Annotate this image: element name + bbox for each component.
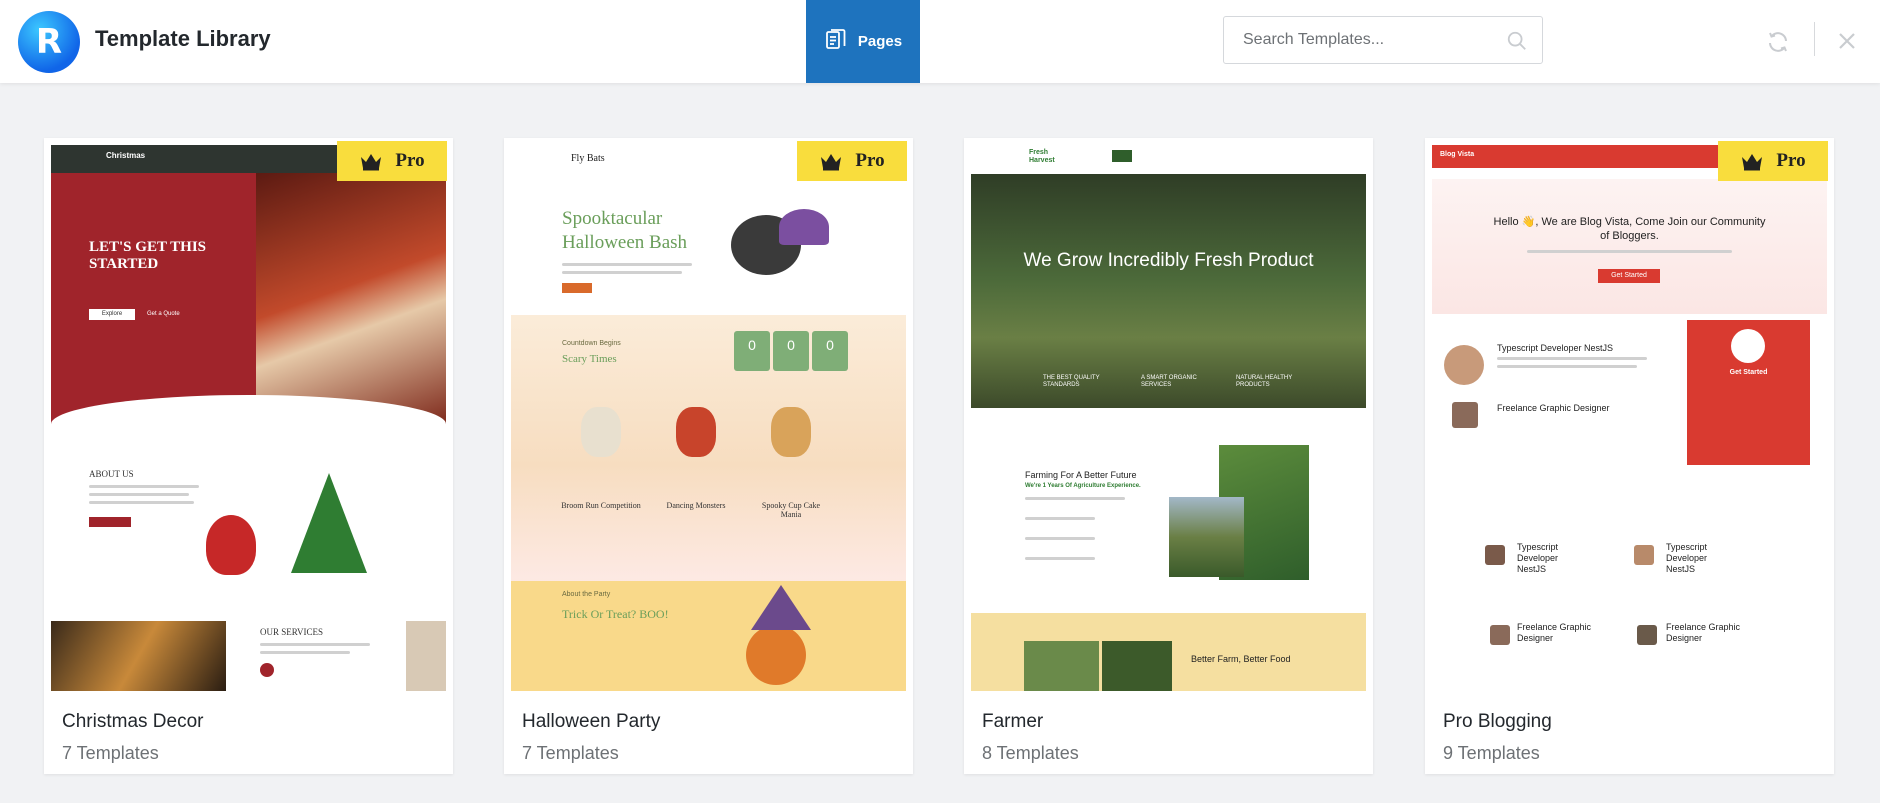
template-card-farmer[interactable]: Fresh Harvest We Grow Incredibly Fresh P… <box>964 138 1373 774</box>
search-icon[interactable] <box>1506 30 1528 52</box>
preview-services-heading: OUR SERVICES <box>260 627 324 637</box>
logo-icon: R <box>18 11 80 73</box>
header-bar: R Template Library Pages <box>0 0 1880 83</box>
header-divider <box>1814 22 1815 56</box>
template-card-halloween-party[interactable]: Fly Bats Spooktacular Halloween Bash Cou… <box>504 138 913 774</box>
preview-scary-heading: Scary Times <box>562 353 617 365</box>
preview-quote-link: Get a Quote <box>147 311 180 317</box>
card-title: Pro Blogging <box>1443 711 1552 732</box>
tab-pages[interactable]: Pages <box>806 0 920 83</box>
template-card-pro-blogging[interactable]: Blog Vista Hello 👋, We are Blog Vista, C… <box>1425 138 1834 774</box>
preview-get-started-button: Get Started <box>1598 269 1660 283</box>
template-preview[interactable]: Fresh Harvest We Grow Incredibly Fresh P… <box>971 145 1366 691</box>
preview-about-heading: ABOUT US <box>89 469 134 479</box>
template-preview[interactable]: Christmas LET'S GET THIS STARTED Explore… <box>51 145 446 691</box>
tab-pages-label: Pages <box>857 33 903 50</box>
preview-about-heading: Farming For A Better Future <box>1025 470 1137 480</box>
card-title: Farmer <box>982 711 1044 732</box>
preview-brand: Fly Bats <box>571 153 605 164</box>
card-title: Halloween Party <box>522 711 661 732</box>
pro-badge: Pro <box>1718 141 1828 181</box>
pro-badge: Pro <box>337 141 447 181</box>
card-count: 7 Templates <box>62 743 159 763</box>
pro-badge: Pro <box>797 141 907 181</box>
card-count: 9 Templates <box>1443 743 1540 763</box>
template-preview[interactable]: Fly Bats Spooktacular Halloween Bash Cou… <box>511 145 906 691</box>
preview-countdown-label: Countdown Begins <box>562 340 621 347</box>
preview-hero-heading: LET'S GET THIS STARTED <box>89 239 207 272</box>
preview-brand: Christmas <box>106 151 146 160</box>
preview-hero-heading: Spooktacular Halloween Bash <box>562 208 688 253</box>
crown-icon <box>1742 154 1763 171</box>
card-count: 7 Templates <box>522 743 619 763</box>
card-title: Christmas Decor <box>62 711 204 732</box>
sync-icon[interactable] <box>1766 30 1790 54</box>
card-count: 8 Templates <box>982 743 1079 763</box>
crown-icon <box>361 154 382 171</box>
preview-hero-heading: We Grow Incredibly Fresh Product <box>1023 250 1314 271</box>
pages-icon <box>824 28 848 56</box>
preview-bottom-heading: Better Farm, Better Food <box>1191 654 1291 664</box>
preview-brand: Blog Vista <box>1440 151 1475 158</box>
search-input[interactable] <box>1224 17 1542 63</box>
page-title: Template Library <box>95 26 271 51</box>
preview-party-heading: Trick Or Treat? BOO! <box>562 607 669 621</box>
preview-brand: Fresh Harvest <box>1029 149 1055 164</box>
template-preview[interactable]: Blog Vista Hello 👋, We are Blog Vista, C… <box>1432 145 1827 691</box>
crown-icon <box>821 154 842 171</box>
preview-explore-button: Explore <box>89 309 135 320</box>
close-icon[interactable] <box>1835 29 1859 53</box>
search-box <box>1223 16 1543 64</box>
template-card-christmas-decor[interactable]: Christmas LET'S GET THIS STARTED Explore… <box>44 138 453 774</box>
preview-hero-heading: Hello 👋, We are Blog Vista, Come Join ou… <box>1493 216 1766 242</box>
